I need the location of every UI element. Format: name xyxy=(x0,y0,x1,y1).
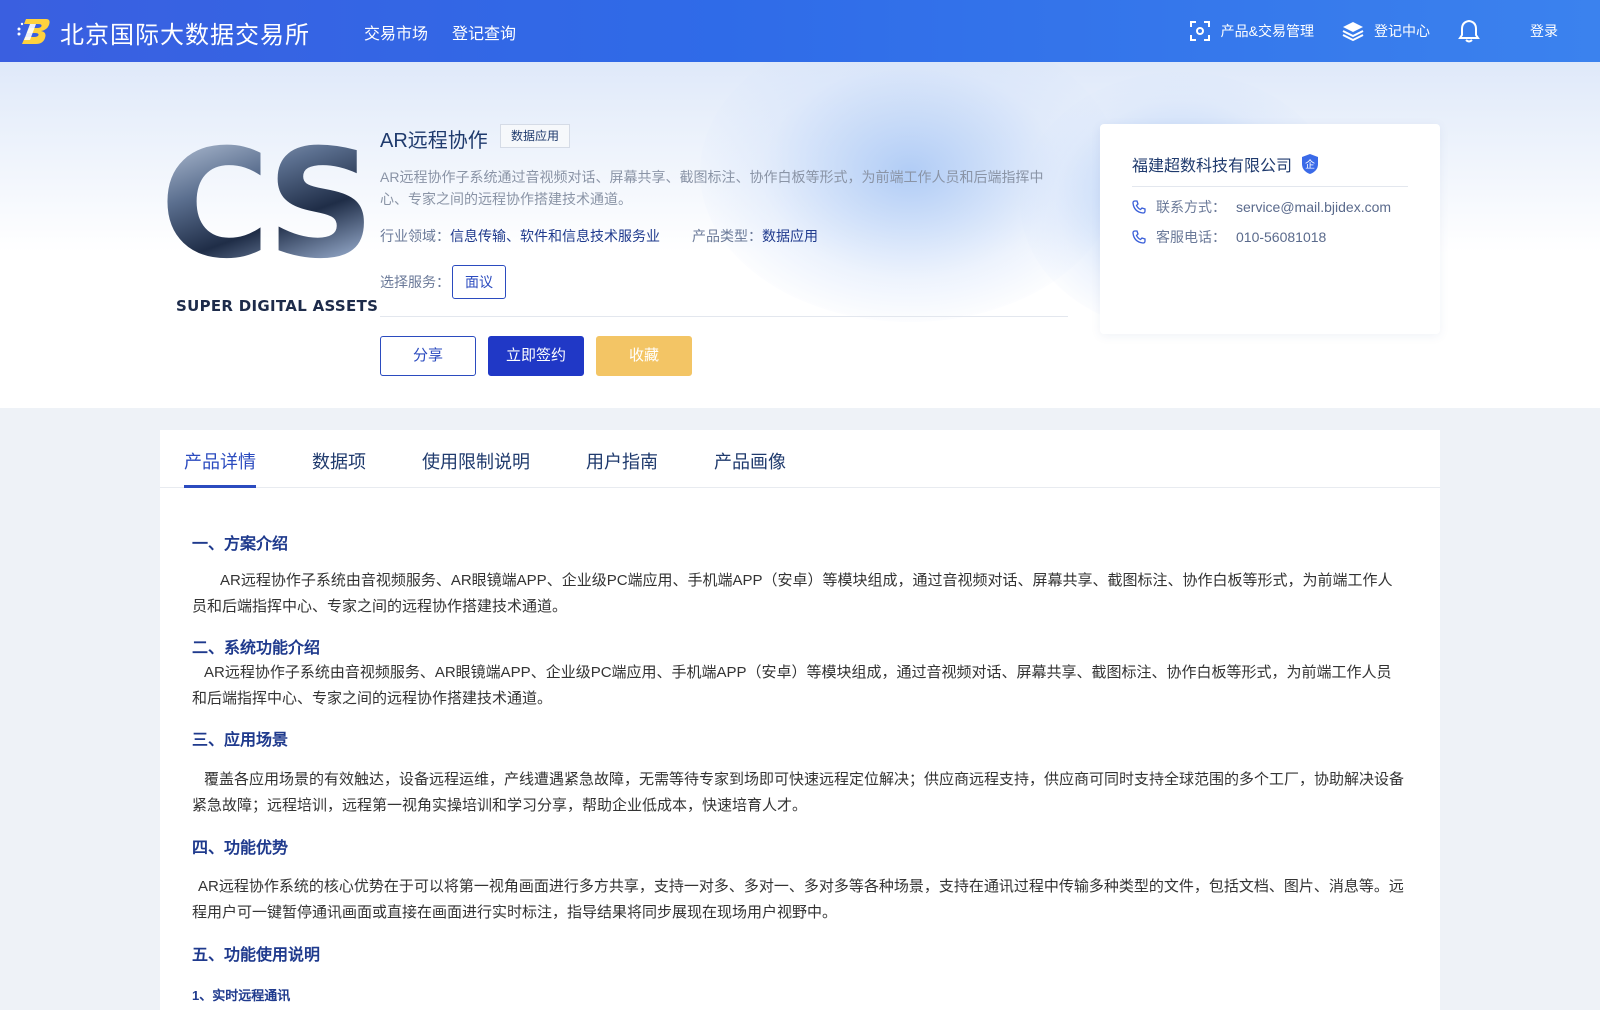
contact-label: 联系方式： xyxy=(1156,199,1226,215)
phone-row: 客服电话： 010-56081018 xyxy=(1132,227,1326,247)
tab-usage-restrictions[interactable]: 使用限制说明 xyxy=(422,448,530,474)
layers-icon xyxy=(1342,22,1364,42)
detail-tabs: 产品详情 数据项 使用限制说明 用户指南 产品画像 xyxy=(160,430,1440,488)
active-tab-indicator xyxy=(184,485,256,488)
contact-email[interactable]: service@mail.bjidex.com xyxy=(1236,199,1391,215)
register-center-label: 登记中心 xyxy=(1374,23,1430,39)
product-trade-mgmt-link[interactable]: 产品&交易管理 xyxy=(1189,20,1314,42)
favorite-button[interactable]: 收藏 xyxy=(596,336,692,376)
industry-field: 行业领域：信息传输、软件和信息技术服务业 xyxy=(380,226,660,246)
share-button[interactable]: 分享 xyxy=(380,336,476,376)
product-type-value: 数据应用 xyxy=(762,228,818,244)
product-type-field: 产品类型：数据应用 xyxy=(692,226,818,246)
product-trade-mgmt-label: 产品&交易管理 xyxy=(1220,23,1314,39)
service-option-negotiable[interactable]: 面议 xyxy=(452,265,506,299)
product-meta: 行业领域：信息传输、软件和信息技术服务业 产品类型：数据应用 xyxy=(380,226,818,246)
phone-number: 010-56081018 xyxy=(1236,229,1327,245)
section-text: AR远程协作子系统由音视频服务、AR眼镜端APP、企业级PC端应用、手机端APP… xyxy=(192,664,1392,707)
product-detail-panel: 产品详情 数据项 使用限制说明 用户指南 产品画像 一、方案介绍 AR远程协作子… xyxy=(160,430,1440,1010)
industry-label: 行业领域： xyxy=(380,228,450,244)
phone-label: 客服电话： xyxy=(1156,229,1226,245)
product-description: AR远程协作子系统通过音视频对话、屏幕共享、截图标注、协作白板等形式，为前端工作… xyxy=(380,169,1044,207)
service-selector: 选择服务： 面议 xyxy=(380,265,506,299)
divider xyxy=(1132,186,1408,187)
bell-icon xyxy=(1458,19,1480,43)
product-logo-subtitle: SUPER DIGITAL ASSETS xyxy=(176,297,379,315)
register-center-link[interactable]: 登记中心 xyxy=(1342,20,1430,42)
section-heading: 四、功能优势 xyxy=(192,840,289,857)
exchange-logo-icon[interactable] xyxy=(16,15,52,47)
section-heading: 五、功能使用说明 xyxy=(192,947,321,964)
nav-registration-query[interactable]: 登记查询 xyxy=(452,20,516,44)
notification-button[interactable] xyxy=(1458,19,1490,43)
section-text: 覆盖各应用场景的有效触达，设备远程运维，产线遭遇紧急故障，无需等待专家到场即可快… xyxy=(192,771,1405,814)
section-text: AR远程协作系统的核心优势在于可以将第一视角画面进行多方共享，支持一对多、多对一… xyxy=(192,878,1404,921)
product-title: AR远程协作 xyxy=(380,130,488,152)
login-link[interactable]: 登录 xyxy=(1530,21,1558,41)
right-nav: 产品&交易管理 登记中心 登录 xyxy=(1189,0,1600,62)
phone-icon xyxy=(1132,200,1146,214)
industry-value: 信息传输、软件和信息技术服务业 xyxy=(450,228,660,244)
subsection-heading: 1、实时远程通讯 xyxy=(192,988,291,1003)
section-heading: 二、系统功能介绍 xyxy=(192,640,321,657)
tab-product-details[interactable]: 产品详情 xyxy=(184,448,256,474)
divider xyxy=(380,316,1068,317)
product-category-badge: 数据应用 xyxy=(500,124,571,148)
product-logo: CS SUPER DIGITAL ASSETS xyxy=(160,125,378,325)
svg-text:企: 企 xyxy=(1305,158,1315,171)
product-logo-mark: CS xyxy=(160,118,375,292)
tab-user-guide[interactable]: 用户指南 xyxy=(586,448,658,474)
phone-icon xyxy=(1132,230,1146,244)
tab-product-profile[interactable]: 产品画像 xyxy=(714,448,786,474)
contact-row: 联系方式： service@mail.bjidex.com xyxy=(1132,197,1391,217)
sign-now-button[interactable]: 立即签约 xyxy=(488,336,584,376)
site-title[interactable]: 北京国际大数据交易所 xyxy=(60,15,310,50)
main-nav: 交易市场 登记查询 xyxy=(364,20,516,44)
company-name[interactable]: 福建超数科技有限公司 xyxy=(1132,152,1292,176)
enterprise-verified-icon: 企 xyxy=(1302,154,1318,174)
tab-data-items[interactable]: 数据项 xyxy=(312,448,366,474)
scan-icon xyxy=(1189,21,1210,41)
nav-trading-market[interactable]: 交易市场 xyxy=(364,20,428,44)
section-text: AR远程协作子系统由音视频服务、AR眼镜端APP、企业级PC端应用、手机端APP… xyxy=(192,572,1393,615)
top-header: 北京国际大数据交易所 交易市场 登记查询 产品&交易管理 登记中心 登录 xyxy=(0,0,1600,62)
product-type-label: 产品类型： xyxy=(692,228,762,244)
company-card: 福建超数科技有限公司 企 联系方式： service@mail.bjidex.c… xyxy=(1100,124,1440,334)
section-heading: 三、应用场景 xyxy=(192,732,289,749)
section-heading: 一、方案介绍 xyxy=(192,536,289,553)
service-label: 选择服务： xyxy=(380,274,450,290)
